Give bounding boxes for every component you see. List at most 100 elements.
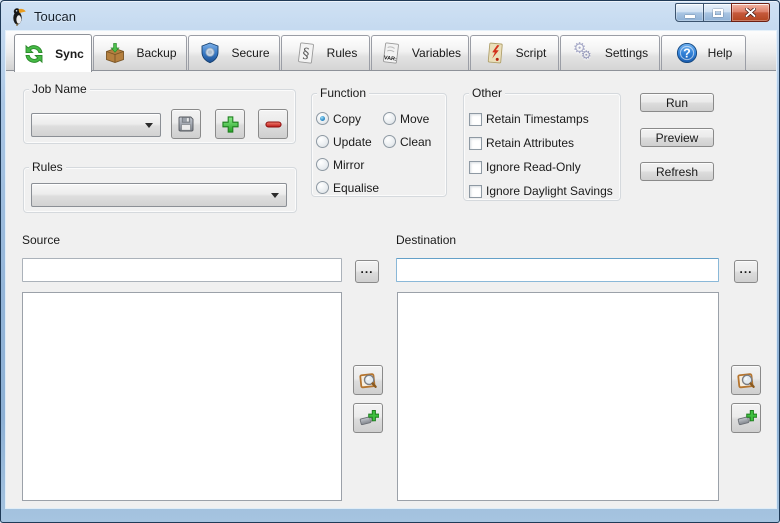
job-name-group-label: Job Name — [29, 82, 90, 96]
window-title: Toucan — [34, 9, 76, 24]
add-job-button[interactable] — [215, 109, 245, 139]
magnifier-folder-icon — [358, 370, 379, 391]
tab-bar: Sync Backup — [14, 31, 747, 71]
checkbox-icon — [469, 113, 482, 126]
tab-label: Backup — [136, 46, 176, 60]
job-name-group: Job Name — [23, 89, 296, 144]
other-group-label: Other — [469, 86, 505, 100]
radio-clean[interactable]: Clean — [383, 135, 431, 149]
window-controls — [676, 3, 770, 22]
toucan-app-icon — [11, 7, 26, 26]
function-options: Copy Move Update Clean — [316, 107, 431, 199]
preview-button[interactable]: Preview — [640, 128, 714, 147]
tab-script[interactable]: Script — [470, 35, 559, 70]
backup-icon — [103, 41, 127, 65]
refresh-button[interactable]: Refresh — [640, 162, 714, 181]
checkbox-ignore-read-only[interactable]: Ignore Read-Only — [469, 160, 613, 174]
checkbox-label: Ignore Daylight Savings — [486, 184, 613, 198]
tab-label: Sync — [55, 47, 84, 61]
help-icon: ? — [675, 41, 699, 65]
source-browse-button[interactable]: ... — [355, 260, 379, 283]
remove-job-button[interactable] — [258, 109, 288, 139]
chevron-down-icon — [271, 193, 279, 198]
radio-label: Clean — [400, 135, 431, 149]
checkbox-icon — [469, 137, 482, 150]
function-group-label: Function — [317, 86, 369, 100]
tab-label: Script — [516, 46, 547, 60]
radio-equalise[interactable]: Equalise — [316, 181, 383, 195]
tab-settings[interactable]: Settings — [560, 35, 660, 70]
close-button[interactable] — [731, 3, 770, 22]
green-plus-icon — [220, 114, 241, 135]
window-frame: Toucan — [0, 0, 780, 523]
maximize-icon — [713, 9, 723, 17]
red-minus-icon — [263, 114, 284, 135]
job-name-combobox[interactable] — [31, 113, 161, 137]
function-group: Function Copy Move Update — [311, 93, 447, 197]
tab-label: Help — [708, 46, 733, 60]
tab-backup[interactable]: Backup — [93, 35, 187, 70]
radio-update[interactable]: Update — [316, 135, 383, 149]
usb-drive-plus-icon — [358, 408, 379, 429]
radio-icon — [316, 181, 329, 194]
radio-move[interactable]: Move — [383, 112, 431, 126]
rules-combobox[interactable] — [31, 183, 287, 207]
checkbox-retain-attributes[interactable]: Retain Attributes — [469, 136, 613, 150]
source-path-input[interactable] — [22, 258, 342, 282]
svg-text:?: ? — [683, 47, 691, 61]
radio-icon — [383, 135, 396, 148]
tab-strip: Sync Backup — [6, 31, 776, 71]
sync-icon — [22, 42, 46, 66]
title-bar[interactable]: Toucan — [1, 1, 779, 31]
source-label: Source — [22, 233, 60, 247]
tab-help[interactable]: ? Help — [661, 35, 746, 70]
tab-label: Settings — [605, 46, 648, 60]
tab-sync[interactable]: Sync — [14, 34, 92, 72]
radio-icon — [316, 158, 329, 171]
maximize-button[interactable] — [703, 3, 732, 22]
script-icon — [483, 41, 507, 65]
tab-label: Variables — [412, 46, 461, 60]
radio-copy[interactable]: Copy — [316, 112, 383, 126]
destination-file-list[interactable] — [397, 292, 719, 501]
rules-group-label: Rules — [29, 160, 66, 174]
tab-label: Rules — [327, 46, 358, 60]
checkbox-retain-timestamps[interactable]: Retain Timestamps — [469, 112, 613, 126]
checkbox-icon — [469, 161, 482, 174]
source-add-drive-button[interactable] — [353, 403, 383, 433]
destination-path-input[interactable] — [396, 258, 719, 282]
radio-label: Mirror — [333, 158, 364, 172]
rules-icon: § — [294, 41, 318, 65]
destination-preview-button[interactable] — [731, 365, 761, 395]
destination-add-drive-button[interactable] — [731, 403, 761, 433]
destination-label: Destination — [396, 233, 456, 247]
tab-variables[interactable]: VAR: Variables — [371, 35, 469, 70]
run-button[interactable]: Run — [640, 93, 714, 112]
radio-label: Equalise — [333, 181, 379, 195]
radio-label: Copy — [333, 112, 361, 126]
radio-icon — [383, 112, 396, 125]
radio-mirror[interactable]: Mirror — [316, 158, 383, 172]
radio-icon — [316, 135, 329, 148]
tab-label: Secure — [231, 46, 269, 60]
save-job-button[interactable] — [171, 109, 201, 139]
checkbox-icon — [469, 185, 482, 198]
source-file-list[interactable] — [22, 292, 342, 501]
minimize-button[interactable] — [675, 3, 704, 22]
tab-rules[interactable]: § Rules — [281, 35, 370, 70]
radio-label: Update — [333, 135, 372, 149]
other-options: Retain Timestamps Retain Attributes Igno… — [469, 107, 613, 203]
source-preview-button[interactable] — [353, 365, 383, 395]
checkbox-label: Ignore Read-Only — [486, 160, 581, 174]
destination-browse-button[interactable]: ... — [734, 260, 758, 283]
toucan-window: Toucan — [0, 0, 780, 523]
variables-icon: VAR: — [379, 41, 403, 65]
checkbox-ignore-daylight-savings[interactable]: Ignore Daylight Savings — [469, 184, 613, 198]
radio-icon — [316, 112, 329, 125]
checkbox-label: Retain Timestamps — [486, 112, 589, 126]
tab-secure[interactable]: Secure — [188, 35, 280, 70]
secure-icon — [198, 41, 222, 65]
radio-label: Move — [400, 112, 429, 126]
minimize-icon — [685, 15, 695, 18]
client-area: Sync Backup — [6, 31, 776, 508]
